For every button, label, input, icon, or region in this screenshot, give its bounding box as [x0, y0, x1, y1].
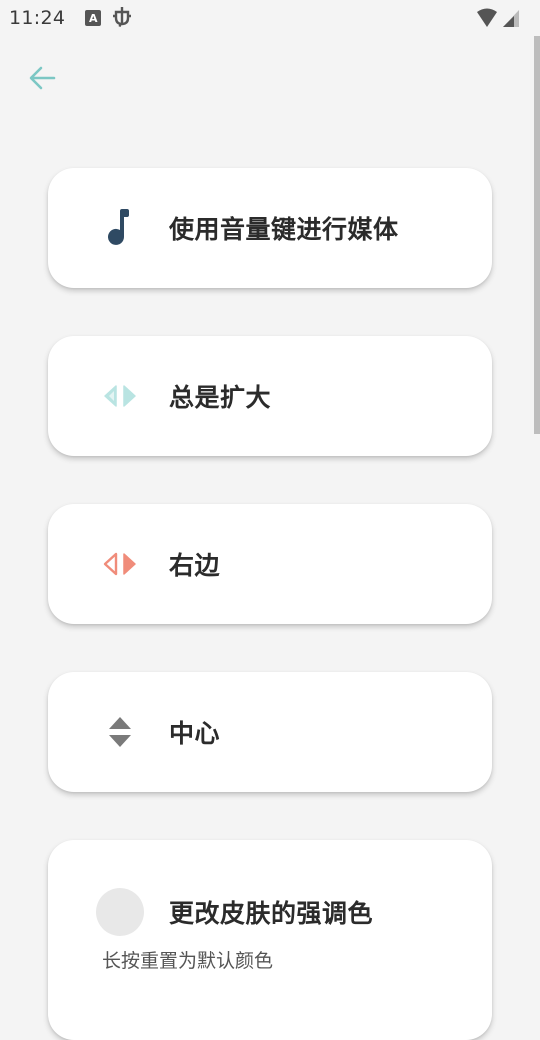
- setting-right-edge[interactable]: 右边: [48, 504, 492, 624]
- back-button[interactable]: [24, 60, 60, 96]
- expand-horizontal-icon: [100, 376, 140, 416]
- arrow-left-icon: [29, 66, 56, 90]
- center-vertical-icon: [100, 712, 140, 752]
- notification-a-icon: A: [85, 10, 102, 26]
- bug-icon: [111, 5, 133, 32]
- scrollbar[interactable]: [534, 36, 540, 434]
- signal-icon: [502, 8, 520, 32]
- music-note-icon: [100, 208, 140, 248]
- status-time: 11:24: [9, 7, 66, 29]
- right-edge-icon: [100, 544, 140, 584]
- status-right-icons: [476, 8, 520, 32]
- setting-label: 总是扩大: [169, 383, 272, 412]
- setting-label: 右边: [169, 551, 221, 580]
- setting-label: 中心: [169, 719, 221, 748]
- status-bar: 11:24 A: [0, 0, 540, 36]
- setting-accent-color[interactable]: 更改皮肤的强调色 长按重置为默认颜色: [48, 840, 492, 1040]
- wifi-icon: [476, 8, 498, 32]
- setting-label: 使用音量键进行媒体: [169, 215, 399, 244]
- color-swatch[interactable]: [96, 888, 144, 936]
- setting-label: 更改皮肤的强调色: [169, 899, 374, 928]
- setting-center[interactable]: 中心: [48, 672, 492, 792]
- setting-always-expand[interactable]: 总是扩大: [48, 336, 492, 456]
- setting-volume-media[interactable]: 使用音量键进行媒体: [48, 168, 492, 288]
